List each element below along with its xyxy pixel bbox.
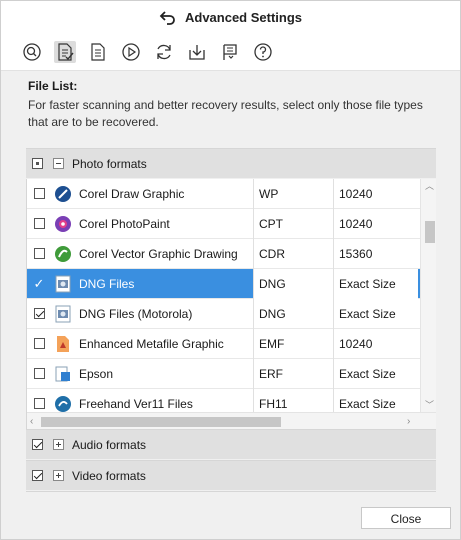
refresh-icon [157,44,171,59]
dng-file-icon [55,275,71,292]
help-button[interactable] [252,41,274,63]
horizontal-scrollbar[interactable]: ‹ › [27,412,436,429]
file-extension: DNG [253,298,333,329]
download-icon [189,44,205,60]
table-row[interactable]: Epson ERF Exact Size [27,358,420,389]
file-type-name: DNG Files [79,276,135,291]
group-video-formats[interactable]: Video formats [26,460,436,490]
preview-button[interactable] [120,41,142,63]
expand-icon[interactable] [53,439,64,450]
flag-icon [223,43,237,60]
file-type-name: Corel Vector Graphic Drawing [79,246,238,261]
help-icon [254,42,272,61]
dng-file-icon [55,305,71,322]
save-button[interactable] [186,41,208,63]
row-checkbox[interactable] [33,368,45,379]
corel-vector-icon [55,245,71,262]
file-type-name: Epson [79,366,114,381]
group-video-checkbox[interactable] [32,470,43,481]
file-extension: CDR [253,238,333,269]
file-extension: EMF [253,328,333,359]
file-size[interactable]: Exact Size [333,358,418,389]
row-checkbox[interactable] [33,398,45,409]
scan-icon [23,42,41,61]
horizontal-scroll-thumb[interactable] [41,417,281,427]
vertical-scroll-thumb[interactable] [425,221,435,243]
file-size[interactable]: 10240 [333,208,418,239]
row-checkbox[interactable] [33,308,45,319]
file-extension: DNG [253,268,333,299]
row-check-mark[interactable]: ✓ [34,276,45,292]
close-button[interactable]: Close [361,507,451,529]
file-settings-icon [91,42,105,61]
group-video-label: Video formats [72,468,146,483]
group-photo-label: Photo formats [72,156,147,171]
file-size[interactable]: Exact Size [333,298,418,329]
file-size[interactable]: 10240 [333,179,418,209]
divider [26,491,436,492]
scroll-down-icon[interactable]: ﹀ [425,401,434,410]
file-size[interactable]: 10240 [333,328,418,359]
row-checkbox[interactable] [33,248,45,259]
corel-draw-icon [55,185,71,202]
file-list-icon [58,42,74,61]
row-checkbox[interactable] [33,188,45,199]
file-size[interactable]: 15360 [333,238,418,269]
freehand-icon [55,395,71,412]
file-list-button[interactable] [54,40,76,63]
window-title: Advanced Settings [184,9,303,25]
file-extension: ERF [253,358,333,389]
toolbar [1,33,460,71]
file-type-name: DNG Files (Motorola) [79,306,193,321]
file-size[interactable]: Exact Size [333,268,418,299]
file-settings-button[interactable] [87,41,109,63]
group-audio-label: Audio formats [72,437,147,452]
photo-formats-table: Corel Draw Graphic WP 10240 Corel PhotoP… [26,179,436,429]
scroll-up-icon[interactable]: ︿ [425,182,434,191]
file-type-name: Corel Draw Graphic [79,186,185,201]
file-list-description: For faster scanning and better recovery … [28,98,423,129]
flag-button[interactable] [219,41,241,63]
file-type-name: Corel PhotoPaint [79,216,170,231]
scan-button[interactable] [21,41,43,63]
back-arrow-icon[interactable] [159,9,177,25]
scroll-right-icon[interactable]: › [407,416,410,427]
refresh-button[interactable] [153,41,175,63]
group-photo-formats[interactable]: Photo formats [26,148,436,178]
file-extension: WP [253,179,333,209]
play-icon [122,42,140,61]
title-bar: Advanced Settings [1,1,460,33]
file-type-name: Freehand Ver11 Files [79,396,193,411]
group-audio-formats[interactable]: Audio formats [26,429,436,459]
row-checkbox[interactable] [33,338,45,349]
table-row[interactable]: Corel PhotoPaint CPT 10240 [27,208,420,239]
table-row[interactable]: Corel Draw Graphic WP 10240 [27,179,420,209]
vertical-scrollbar[interactable]: ︿ ﹀ [420,179,436,414]
group-photo-checkbox[interactable] [32,158,43,169]
scroll-left-icon[interactable]: ‹ [30,416,33,427]
table-row[interactable]: DNG Files (Motorola) DNG Exact Size [27,298,420,329]
expand-icon[interactable] [53,470,64,481]
row-checkbox[interactable] [33,218,45,229]
emf-file-icon [57,335,69,352]
table-row[interactable]: Enhanced Metafile Graphic EMF 10240 [27,328,420,359]
epson-file-icon [55,366,70,381]
table-row[interactable]: ✓ DNG Files DNG Exact Size [27,268,420,299]
group-audio-checkbox[interactable] [32,439,43,450]
file-list-title: File List: [28,79,78,93]
file-type-name: Enhanced Metafile Graphic [79,336,224,351]
table-row[interactable]: Corel Vector Graphic Drawing CDR 15360 [27,238,420,269]
advanced-settings-window: Advanced Settings File List: For faster … [0,0,461,540]
file-extension: CPT [253,208,333,239]
corel-photopaint-icon [55,215,71,232]
collapse-icon[interactable] [53,158,64,169]
